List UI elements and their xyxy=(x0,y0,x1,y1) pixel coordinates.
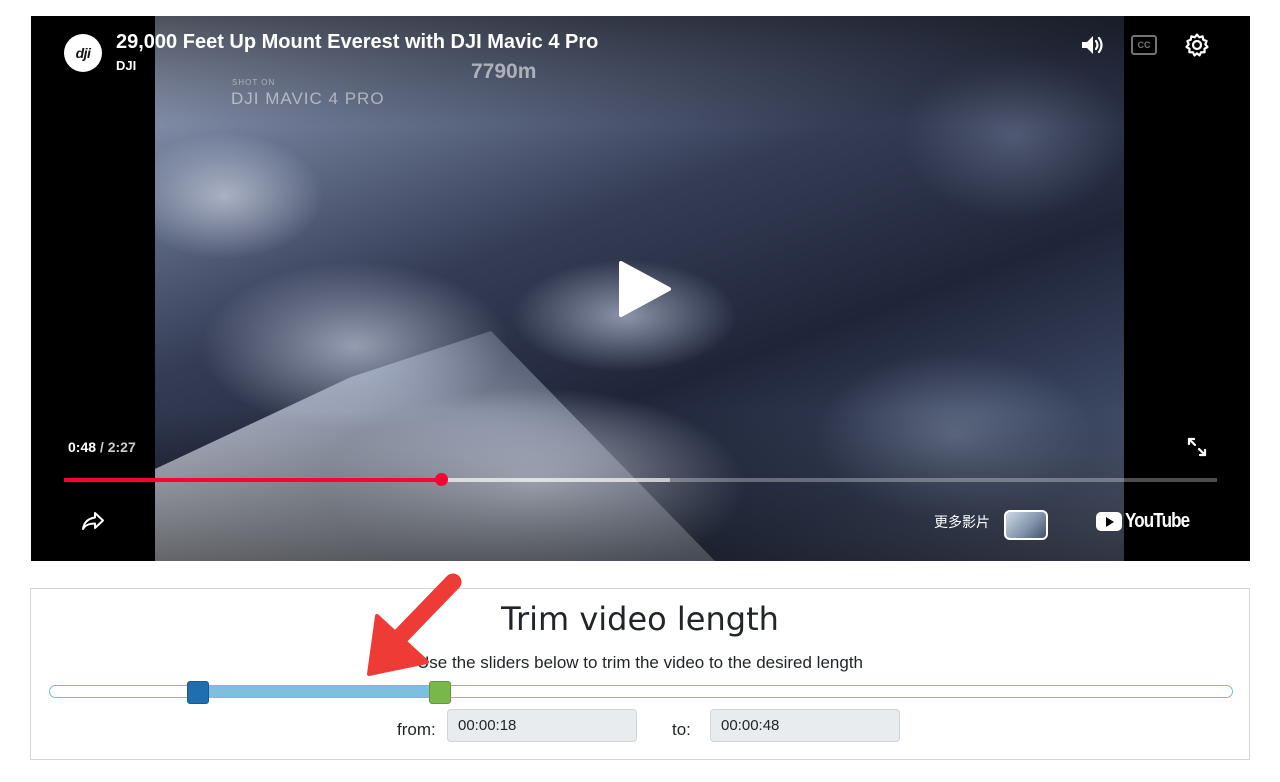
time-separator: / xyxy=(96,439,108,455)
trim-title: Trim video length xyxy=(501,600,779,638)
settings-button[interactable] xyxy=(1182,30,1212,60)
watermark-shot-on: SHOT ON xyxy=(232,78,276,87)
captions-icon: CC xyxy=(1131,35,1157,55)
progress-scrubber[interactable] xyxy=(435,473,449,486)
play-icon xyxy=(619,261,671,317)
more-videos-button[interactable]: 更多影片 xyxy=(934,512,990,532)
volume-icon xyxy=(1082,36,1103,54)
fullscreen-icon xyxy=(1187,437,1207,457)
trim-subtitle: Use the sliders below to trim the video … xyxy=(416,653,864,672)
channel-logo-text: dji xyxy=(75,45,91,61)
share-icon xyxy=(82,512,104,530)
trim-start-handle[interactable] xyxy=(186,681,209,704)
youtube-logo-icon xyxy=(1096,512,1122,531)
from-label: from: xyxy=(397,720,436,739)
trim-selected-range xyxy=(196,686,439,697)
volume-button[interactable] xyxy=(1077,30,1107,60)
fullscreen-button[interactable] xyxy=(1182,432,1212,462)
captions-button[interactable]: CC xyxy=(1129,30,1159,60)
video-player[interactable]: dji 29,000 Feet Up Mount Everest with DJ… xyxy=(31,16,1250,561)
current-time: 0:48 xyxy=(68,439,97,455)
settings-icon xyxy=(1185,33,1209,57)
youtube-logo-text: YouTube xyxy=(1125,510,1190,532)
to-label: to: xyxy=(672,720,691,739)
captions-label: CC xyxy=(1137,40,1151,50)
duration: 2:27 xyxy=(107,439,136,455)
channel-avatar[interactable]: dji xyxy=(64,34,102,72)
altitude-overlay: 7790m xyxy=(471,60,537,83)
trim-range-slider[interactable] xyxy=(49,681,1233,704)
bottom-gradient xyxy=(31,411,1250,561)
more-videos-thumbnail[interactable] xyxy=(1004,510,1048,540)
video-title[interactable]: 29,000 Feet Up Mount Everest with DJI Ma… xyxy=(116,31,598,54)
progress-played xyxy=(64,478,442,482)
to-time-input[interactable] xyxy=(710,709,900,742)
time-display: 0:48 / 2:27 xyxy=(68,439,136,455)
play-button[interactable] xyxy=(615,259,675,319)
youtube-logo-link[interactable]: YouTube xyxy=(1096,510,1201,533)
watermark-model: DJI MAVIC 4 PRO xyxy=(231,89,385,108)
trim-panel: Trim video length Use the sliders below … xyxy=(30,588,1250,760)
progress-bar[interactable] xyxy=(64,473,1217,486)
trim-end-handle[interactable] xyxy=(428,681,451,704)
from-time-input[interactable] xyxy=(447,709,637,742)
channel-name[interactable]: DJI xyxy=(116,58,136,73)
share-button[interactable] xyxy=(78,506,108,536)
